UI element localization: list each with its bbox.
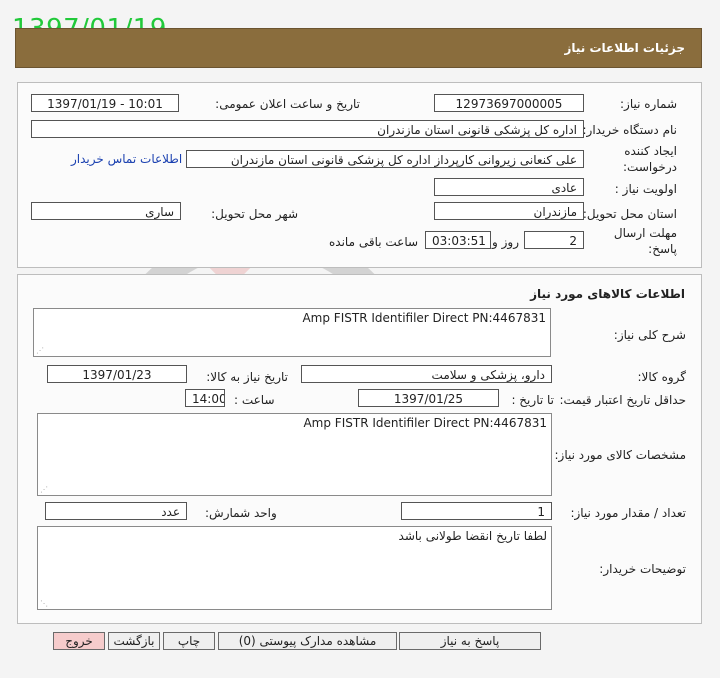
deadline-time-field: 03:03:51 bbox=[425, 231, 491, 249]
print-button[interactable]: چاپ bbox=[163, 632, 215, 650]
delivery-province-field: مازندران bbox=[434, 202, 584, 220]
goods-section-title: اطلاعات کالاهای مورد نیاز bbox=[530, 287, 685, 301]
exit-button[interactable]: خروج bbox=[53, 632, 105, 650]
announce-field: 1397/01/19 - 10:01 bbox=[31, 94, 179, 112]
priority-field: عادی bbox=[434, 178, 584, 196]
time-label: ساعت : bbox=[234, 393, 275, 407]
details-panel: شماره نیاز: 12973697000005 تاریخ و ساعت … bbox=[17, 82, 702, 268]
page-header: جزئیات اطلاعات نیاز bbox=[15, 28, 702, 68]
until-date-field: 1397/01/25 bbox=[358, 389, 499, 407]
page-title: جزئیات اطلاعات نیاز bbox=[564, 41, 685, 55]
buyer-org-field: اداره کل پزشکی قانونی استان مازندران bbox=[31, 120, 584, 138]
back-button[interactable]: بازگشت bbox=[108, 632, 160, 650]
resize-grip-icon[interactable]: ⋰ bbox=[40, 485, 48, 494]
unit-field: عدد bbox=[45, 502, 187, 520]
remaining-label: ساعت باقی مانده bbox=[329, 235, 419, 249]
delivery-province-label: استان محل تحویل: bbox=[582, 207, 677, 221]
unit-label: واحد شمارش: bbox=[205, 506, 277, 520]
reply-button[interactable]: پاسخ به نیاز bbox=[399, 632, 541, 650]
need-number-field: 12973697000005 bbox=[434, 94, 584, 112]
resize-grip-icon[interactable]: ⋰ bbox=[40, 599, 48, 608]
attachments-button[interactable]: مشاهده مدارک پیوستی (0) bbox=[218, 632, 397, 650]
specs-label: مشخصات کالای مورد نیاز: bbox=[554, 448, 686, 462]
price-valid-label: حداقل تاریخ اعتبار قیمت: bbox=[559, 393, 686, 407]
announce-label: تاریخ و ساعت اعلان عمومی: bbox=[215, 97, 360, 111]
buyer-contact-link[interactable]: اطلاعات تماس خریدار bbox=[71, 152, 182, 166]
until-date-label: تا تاریخ : bbox=[511, 393, 554, 407]
goods-group-label: گروه کالا: bbox=[637, 370, 687, 384]
general-desc-box: Amp FISTR Identifiler Direct PN:4467831 … bbox=[33, 308, 551, 357]
deadline-label: مهلت ارسال پاسخ: bbox=[613, 226, 677, 256]
buyer-notes-box: لطفا تاریخ انقضا طولانی باشد ⋰ bbox=[37, 526, 552, 610]
need-date-field: 1397/01/23 bbox=[47, 365, 187, 383]
general-desc-label: شرح کلی نیاز: bbox=[613, 328, 686, 342]
goods-group-field: دارو، پزشکی و سلامت bbox=[301, 365, 552, 383]
need-date-label: تاریخ نیاز به کالا: bbox=[206, 370, 288, 384]
qty-label: تعداد / مقدار مورد نیاز: bbox=[570, 506, 686, 520]
delivery-city-label: شهر محل تحویل: bbox=[211, 207, 298, 221]
days-and-label: روز و bbox=[492, 235, 519, 249]
specs-box: Amp FISTR Identifiler Direct PN:4467831 … bbox=[37, 413, 552, 496]
qty-field: 1 bbox=[401, 502, 552, 520]
resize-grip-icon[interactable]: ⋰ bbox=[36, 346, 44, 355]
priority-label: اولویت نیاز : bbox=[614, 182, 677, 196]
buyer-notes-label: توضیحات خریدار: bbox=[599, 562, 686, 576]
goods-panel: اطلاعات کالاهای مورد نیاز شرح کلی نیاز: … bbox=[17, 274, 702, 624]
deadline-days-field: 2 bbox=[524, 231, 584, 249]
delivery-city-field: ساری bbox=[31, 202, 181, 220]
need-number-label: شماره نیاز: bbox=[620, 97, 677, 111]
buyer-org-label: نام دستگاه خریدار: bbox=[582, 123, 678, 137]
time-field: 14:00 bbox=[185, 389, 225, 407]
creator-label: ایجاد کننده درخواست: bbox=[623, 144, 677, 174]
creator-field: علی کنعانی زیروانی کارپرداز اداره کل پزش… bbox=[186, 150, 584, 168]
